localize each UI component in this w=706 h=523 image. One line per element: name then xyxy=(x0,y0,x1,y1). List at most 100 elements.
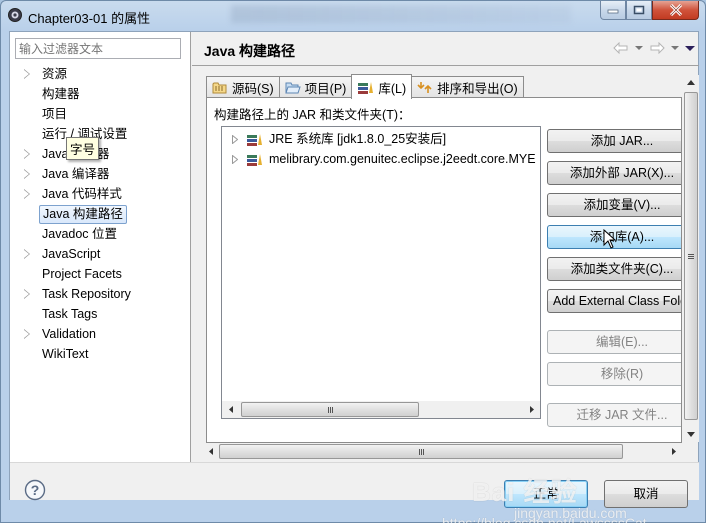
library-tree-hscrollbar[interactable] xyxy=(222,401,540,418)
library-item[interactable]: JRE 系统库 [jdk1.8.0_25安装后] xyxy=(222,129,540,149)
expand-arrow-icon[interactable] xyxy=(24,189,30,199)
add-variable-button[interactable]: 添加变量(V)... xyxy=(547,193,681,217)
dialog-button-bar xyxy=(10,462,699,500)
add-class-folder-button[interactable]: 添加类文件夹(C)... xyxy=(547,257,681,281)
remove-button[interactable]: 移除(R) xyxy=(547,362,681,386)
tree-item-java-code-style[interactable]: Java 代码样式 xyxy=(10,184,191,204)
expand-arrow-icon[interactable] xyxy=(232,135,238,144)
maximize-button[interactable] xyxy=(626,1,652,20)
expand-arrow-icon[interactable] xyxy=(24,329,30,339)
expand-arrow-icon[interactable] xyxy=(232,155,238,164)
expand-arrow-icon[interactable] xyxy=(24,149,30,159)
back-arrow-icon[interactable] xyxy=(613,42,629,54)
back-dropdown-icon[interactable] xyxy=(635,45,643,51)
tree-item-task-repository[interactable]: Task Repository xyxy=(10,284,191,304)
tree-item-builders[interactable]: 构建器 xyxy=(10,84,191,104)
title-separator xyxy=(192,65,699,66)
add-jar-button[interactable]: 添加 JAR... xyxy=(547,129,681,153)
page-hscrollbar[interactable] xyxy=(202,443,682,460)
tree-item-task-tags[interactable]: Task Tags xyxy=(10,304,191,324)
tree-item-project[interactable]: 项目 xyxy=(10,104,191,124)
tab-libraries[interactable]: 库(L) xyxy=(351,74,413,99)
scroll-down-icon[interactable] xyxy=(687,432,695,437)
tree-item-java-editor[interactable]: Java 编辑器 xyxy=(10,144,191,164)
scroll-right-icon[interactable] xyxy=(523,401,540,418)
tree-item-label: 项目 xyxy=(42,107,68,121)
tree-item-resources[interactable]: 资源 xyxy=(10,64,191,84)
tree-item-label: JavaScript xyxy=(42,247,101,261)
project-folder-icon xyxy=(284,82,301,94)
scroll-thumb[interactable] xyxy=(684,92,698,420)
scroll-right-icon[interactable] xyxy=(665,443,682,460)
library-icon xyxy=(358,81,374,94)
tree-item-label: Java 构建路径 xyxy=(39,205,127,224)
expand-arrow-icon[interactable] xyxy=(24,289,30,299)
tree-item-java-build-path[interactable]: Java 构建路径 xyxy=(10,204,191,224)
libraries-tab-content: 构建路径上的 JAR 和类文件夹(T)： JRE 系统库 [jdk1.8.0_2… xyxy=(206,97,682,443)
cancel-button[interactable]: 取消 xyxy=(604,480,688,508)
tree-item-label: WikiText xyxy=(42,347,89,361)
tree-item-run-debug-settings[interactable]: 运行 / 调试设置 xyxy=(10,124,191,144)
order-export-icon xyxy=(417,82,432,93)
tree-item-java-compiler[interactable]: Java 编译器 xyxy=(10,164,191,184)
tree-item-javadoc-location[interactable]: Javadoc 位置 xyxy=(10,224,191,244)
tree-item-label: Java 编译器 xyxy=(42,167,110,181)
expand-arrow-icon[interactable] xyxy=(24,249,30,259)
preference-sidebar: 资源 构建器 项目 运行 / 调试设置 Java 编辑器 Java 编译器 Ja… xyxy=(10,32,191,462)
property-page: Java 构建路径 源码(S) 项目(P) 库(L) 排序和导出(O) 构建路径… xyxy=(192,32,699,462)
view-menu-icon[interactable] xyxy=(685,45,695,52)
library-tree: JRE 系统库 [jdk1.8.0_25安装后] melibrary.com.g… xyxy=(221,126,541,419)
mouse-cursor-icon xyxy=(603,229,617,249)
tab-label: 源码(S) xyxy=(232,82,274,96)
close-button[interactable] xyxy=(652,1,699,20)
scroll-up-icon[interactable] xyxy=(687,80,695,85)
tooltip: 字号 xyxy=(66,137,100,160)
tab-source[interactable]: 源码(S) xyxy=(206,76,280,98)
minimize-button[interactable] xyxy=(600,1,626,20)
library-item[interactable]: melibrary.com.genuitec.eclipse.j2eedt.co… xyxy=(222,149,540,169)
scroll-left-icon[interactable] xyxy=(222,401,239,418)
tab-bar: 源码(S) 项目(P) 库(L) 排序和导出(O) xyxy=(206,73,524,99)
section-label: 构建路径上的 JAR 和类文件夹(T)： xyxy=(214,108,411,122)
tree-item-wikitext[interactable]: WikiText xyxy=(10,344,191,364)
tree-item-label: 构建器 xyxy=(42,87,80,101)
source-folder-icon xyxy=(212,82,227,94)
background-window-blur xyxy=(231,5,571,23)
scroll-thumb[interactable] xyxy=(241,402,419,417)
dialog-client-area: 资源 构建器 项目 运行 / 调试设置 Java 编辑器 Java 编译器 Ja… xyxy=(9,31,699,523)
tab-label: 库(L) xyxy=(378,81,407,96)
minimize-icon xyxy=(607,9,619,14)
tree-item-label: Javadoc 位置 xyxy=(42,227,118,241)
add-external-class-folder-button[interactable]: Add External Class Folder... xyxy=(547,289,681,313)
add-external-jar-button[interactable]: 添加外部 JAR(X)... xyxy=(547,161,681,185)
page-vscrollbar[interactable] xyxy=(684,75,699,442)
window-title: Chapter03-01 的属性 xyxy=(28,11,151,26)
expand-arrow-icon[interactable] xyxy=(24,69,30,79)
library-icon xyxy=(247,133,262,146)
scroll-left-icon[interactable] xyxy=(202,443,219,460)
tab-label: 排序和导出(O) xyxy=(437,82,518,96)
window-controls xyxy=(600,1,699,21)
forward-arrow-icon[interactable] xyxy=(649,42,665,54)
edit-button[interactable]: 编辑(E)... xyxy=(547,330,681,354)
tree-item-javascript[interactable]: JavaScript xyxy=(10,244,191,264)
filter-input[interactable] xyxy=(15,38,181,59)
watermark-url: https://blog.csdn.net/LawssssCat xyxy=(442,515,647,523)
page-title: Java 构建路径 xyxy=(204,43,296,59)
tab-label: 项目(P) xyxy=(304,82,347,96)
close-icon xyxy=(669,4,682,16)
tab-order-export[interactable]: 排序和导出(O) xyxy=(411,76,524,98)
scroll-thumb[interactable] xyxy=(219,444,623,459)
tree-item-validation[interactable]: Validation xyxy=(10,324,191,344)
eclipse-gear-icon xyxy=(8,8,22,22)
library-label: melibrary.com.genuitec.eclipse.j2eedt.co… xyxy=(269,152,536,166)
forward-dropdown-icon[interactable] xyxy=(671,45,679,51)
tree-item-project-facets[interactable]: Project Facets xyxy=(10,264,191,284)
migrate-jar-button[interactable]: 迁移 JAR 文件... xyxy=(547,403,681,427)
tab-projects[interactable]: 项目(P) xyxy=(278,76,353,98)
page-navigation xyxy=(613,42,695,54)
help-icon[interactable]: ? xyxy=(24,479,46,501)
expand-arrow-icon[interactable] xyxy=(24,169,30,179)
preference-tree: 资源 构建器 项目 运行 / 调试设置 Java 编辑器 Java 编译器 Ja… xyxy=(10,64,191,364)
ok-button[interactable]: 正常 xyxy=(504,480,588,508)
